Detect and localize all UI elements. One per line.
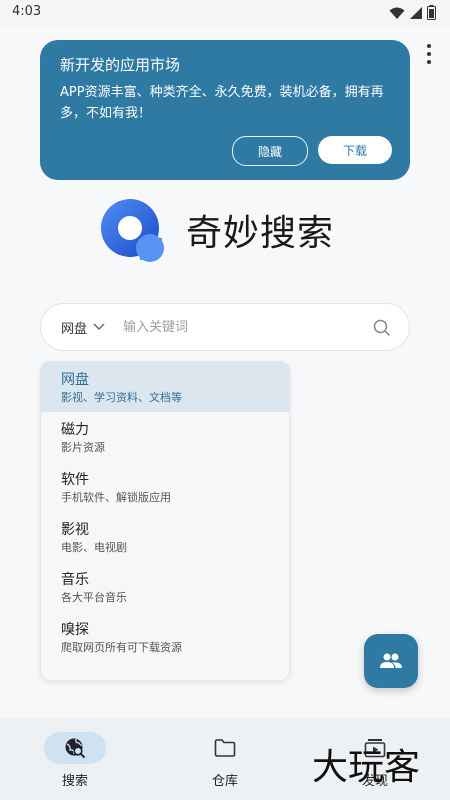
nav-item-warehouse[interactable]: 仓库 bbox=[150, 718, 300, 800]
chevron-down-icon bbox=[93, 323, 105, 330]
search-type-dropdown: 网盘 影视、学习资料、文档等 磁力 影片资源 软件 手机软件、解锁版应用 影视 … bbox=[40, 361, 290, 681]
dropdown-item-music[interactable]: 音乐 各大平台音乐 bbox=[41, 562, 289, 612]
status-bar: 4:03 bbox=[0, 0, 450, 26]
banner-actions: 隐藏 下载 bbox=[232, 136, 392, 166]
banner-text: APP资源丰富、种类齐全、永久免费，装机必备，拥有再多，不如有我！ bbox=[60, 85, 384, 121]
dropdown-item-video[interactable]: 影视 电影、电视剧 bbox=[41, 512, 289, 562]
dropdown-item-netdisk[interactable]: 网盘 影视、学习资料、文档等 bbox=[41, 362, 289, 412]
dropdown-item-title: 网盘 bbox=[61, 372, 89, 388]
search-type-selector[interactable]: 网盘 bbox=[61, 318, 105, 337]
battery-icon bbox=[427, 5, 436, 20]
signal-icon bbox=[410, 6, 422, 19]
dropdown-item-title: 音乐 bbox=[61, 572, 89, 588]
logo-text: 奇妙搜索 bbox=[186, 213, 335, 254]
status-time: 4:03 bbox=[12, 4, 42, 19]
dropdown-item-desc: 影视、学习资料、文档等 bbox=[61, 391, 182, 404]
people-icon bbox=[380, 653, 402, 668]
dropdown-item-desc: 爬取网页所有可下载资源 bbox=[61, 641, 182, 654]
dropdown-item-sniff[interactable]: 嗅探 爬取网页所有可下载资源 bbox=[41, 612, 289, 662]
search-icon[interactable] bbox=[373, 319, 391, 337]
search-globe-icon bbox=[65, 738, 86, 759]
promo-banner: 新开发的应用市场 APP资源丰富、种类齐全、永久免费，装机必备，拥有再多，不如有… bbox=[40, 40, 410, 180]
status-icons bbox=[389, 5, 436, 20]
dropdown-item-title: 嗅探 bbox=[61, 622, 89, 638]
watermark: 大玩客 bbox=[312, 747, 421, 788]
app-logo: 奇妙搜索 bbox=[100, 198, 334, 262]
logo-icon bbox=[101, 199, 164, 262]
download-button[interactable]: 下载 bbox=[318, 136, 392, 164]
dropdown-item-title: 磁力 bbox=[61, 422, 89, 438]
more-options-icon[interactable] bbox=[423, 44, 435, 64]
hide-button[interactable]: 隐藏 bbox=[232, 136, 308, 166]
search-input[interactable] bbox=[121, 318, 356, 336]
dropdown-item-magnet[interactable]: 磁力 影片资源 bbox=[41, 412, 289, 462]
dropdown-item-software[interactable]: 软件 手机软件、解锁版应用 bbox=[41, 462, 289, 512]
dropdown-item-desc: 影片资源 bbox=[61, 441, 105, 454]
wifi-icon bbox=[389, 7, 405, 19]
community-fab-button[interactable] bbox=[364, 634, 418, 688]
nav-item-search[interactable]: 搜索 bbox=[0, 718, 150, 800]
nav-label-warehouse: 仓库 bbox=[211, 774, 238, 789]
nav-icon-wrap bbox=[194, 732, 256, 764]
search-bar: 网盘 bbox=[40, 303, 410, 351]
dropdown-item-desc: 电影、电视剧 bbox=[61, 541, 127, 554]
dropdown-item-desc: 手机软件、解锁版应用 bbox=[61, 491, 171, 504]
folder-icon bbox=[214, 739, 236, 757]
banner-title: 新开发的应用市场 bbox=[60, 56, 181, 74]
nav-label-search: 搜索 bbox=[61, 774, 88, 789]
dropdown-item-title: 影视 bbox=[61, 522, 89, 538]
dropdown-item-title: 软件 bbox=[61, 472, 89, 488]
nav-icon-wrap bbox=[44, 732, 106, 764]
dropdown-item-desc: 各大平台音乐 bbox=[61, 591, 127, 604]
search-type-label: 网盘 bbox=[61, 321, 88, 337]
